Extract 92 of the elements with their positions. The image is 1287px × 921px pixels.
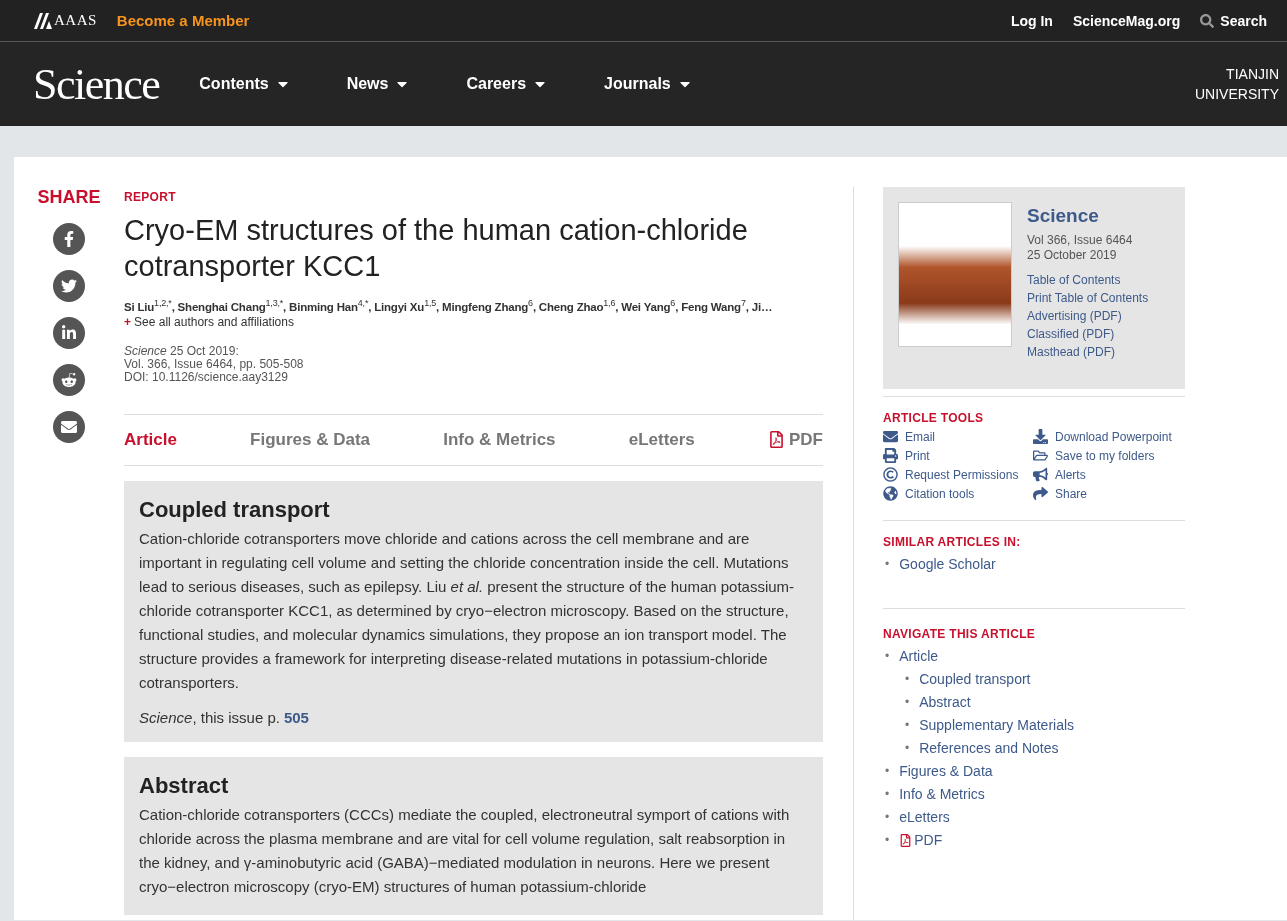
nav-menu[interactable]: News bbox=[346, 75, 411, 93]
citation-line: Science 25 Oct 2019: bbox=[124, 343, 239, 358]
issue-link[interactable]: Table of Contents bbox=[1027, 271, 1149, 289]
search-button[interactable]: Search bbox=[1200, 12, 1267, 29]
bullet: • bbox=[905, 694, 910, 711]
journal-link[interactable]: Science bbox=[1027, 205, 1149, 227]
bullet: • bbox=[885, 648, 890, 665]
summary-heading: Coupled transport bbox=[139, 496, 331, 523]
twitter-button[interactable] bbox=[53, 270, 85, 302]
source-text: Science, this issue p. bbox=[139, 708, 280, 726]
science-logo[interactable]: Science bbox=[33, 58, 160, 110]
navigate-link[interactable]: eLetters bbox=[899, 806, 950, 829]
section-title: NAVIGATE THIS ARTICLE bbox=[883, 627, 1037, 641]
aaas-logo[interactable]: AAAS bbox=[54, 12, 97, 29]
bullet: • bbox=[885, 763, 890, 780]
issue-link[interactable]: Masthead (PDF) bbox=[1027, 343, 1149, 361]
tool-link[interactable]: Citation tools bbox=[883, 486, 1033, 501]
institution-name: TIANJIN bbox=[1225, 66, 1279, 82]
article-title: Cryo-EM structures of the human cation-chloride cotransporter KCC1 bbox=[124, 213, 749, 284]
facebook-button[interactable] bbox=[53, 223, 85, 255]
top-link[interactable]: Log In bbox=[1010, 12, 1053, 29]
top-link[interactable]: ScienceMag.org bbox=[1072, 12, 1181, 29]
section-title: ARTICLE TOOLS bbox=[883, 411, 985, 425]
tool-link[interactable]: Email bbox=[883, 429, 1033, 444]
bullet: • bbox=[905, 671, 910, 688]
envelope-icon bbox=[883, 429, 898, 444]
bullet: • bbox=[885, 786, 890, 803]
navigate-link[interactable]: Abstract bbox=[919, 691, 971, 714]
issue-link[interactable]: Advertising (PDF) bbox=[1027, 307, 1149, 325]
pdf-icon bbox=[767, 431, 785, 449]
author-list: Si Liu$^{1,2,*}$, Shenghai Chang$^{1,3,*}$, Binming Han$^{4,*}$, Lingyi Xu$^{1,5}$, Mingfeng Zhang$^{6}$, Cheng Zhao$^{1,6}$, Wei Yang$^{6}$, Feng Wang$^{7}$, Ji… bbox=[124, 300, 773, 313]
institution-name: UNIVERSITY bbox=[1195, 86, 1279, 102]
article-tab[interactable]: Figures & Data bbox=[250, 429, 371, 450]
issue-link[interactable]: Print Table of Contents bbox=[1027, 289, 1149, 307]
navigate-link[interactable]: Info & Metrics bbox=[899, 783, 985, 806]
affiliations-link[interactable]: See all authors and affiliations bbox=[134, 314, 294, 329]
abstract-heading: Abstract bbox=[139, 772, 230, 799]
download-icon bbox=[1033, 429, 1048, 444]
article-tab[interactable]: Info & Metrics bbox=[443, 429, 556, 450]
plus-icon: + bbox=[124, 314, 131, 329]
article-type: REPORT bbox=[124, 190, 177, 204]
tool-link[interactable]: Download Powerpoint bbox=[1033, 429, 1183, 444]
reddit-button[interactable] bbox=[53, 364, 85, 396]
reddit-icon bbox=[61, 372, 77, 388]
printer-icon bbox=[883, 448, 898, 463]
tool-link[interactable]: Print bbox=[883, 448, 1033, 463]
aaas-logo-icon bbox=[34, 12, 52, 29]
twitter-icon bbox=[61, 278, 77, 294]
email-icon bbox=[61, 419, 77, 435]
folder-icon bbox=[1033, 448, 1048, 463]
bullet: • bbox=[905, 740, 910, 757]
tool-link[interactable]: Share bbox=[1033, 486, 1183, 501]
copyright-icon bbox=[883, 467, 898, 482]
scholar-link[interactable]: Google Scholar bbox=[899, 553, 996, 576]
bullet: • bbox=[885, 556, 890, 573]
navigate-link[interactable]: Figures & Data bbox=[899, 760, 993, 783]
issue-number: Vol 366, Issue 6464 bbox=[1027, 233, 1134, 248]
bullet: • bbox=[885, 809, 890, 826]
navigate-link[interactable]: References and Notes bbox=[919, 737, 1059, 760]
section-title: SIMILAR ARTICLES IN: bbox=[883, 535, 1022, 549]
navigate-link[interactable]: Coupled transport bbox=[919, 668, 1031, 691]
article-tab[interactable]: Article bbox=[124, 429, 177, 450]
linkedin-icon bbox=[61, 325, 77, 341]
linkedin-button[interactable] bbox=[53, 317, 85, 349]
share-arrow-icon bbox=[1033, 486, 1048, 501]
nav-menu[interactable]: Contents bbox=[199, 75, 291, 93]
navigate-link[interactable]: PDF bbox=[899, 829, 943, 852]
issue-date: 25 October 2019 bbox=[1027, 248, 1118, 263]
article-tab[interactable]: PDF bbox=[767, 429, 823, 450]
issue-link[interactable]: Classified (PDF) bbox=[1027, 325, 1149, 343]
share-title: SHARE bbox=[37, 187, 101, 208]
abstract-text: Cation-chloride cotransporters (CCCs) mediate the coupled, electroneutral symport of cations with chloride across the plasma membrane and are vital for cell volume regulation, salt reabsorption in the kidney, and γ-aminobutyric acid (GABA)−mediated modulation in neurons. Here we present cryo−electron microscopy (cryo-EM) structures of human potassium-chloride bbox=[139, 804, 791, 897]
nav-menu[interactable]: Journals bbox=[604, 75, 693, 93]
tool-link[interactable]: Save to my folders bbox=[1033, 448, 1183, 463]
email-button[interactable] bbox=[53, 411, 85, 443]
globe-icon bbox=[883, 486, 898, 501]
page-link[interactable]: 505 bbox=[283, 708, 309, 726]
citation-line: Vol. 366, Issue 6464, pp. 505-508 bbox=[124, 356, 304, 371]
bullet: • bbox=[885, 832, 890, 849]
summary-text: Cation-chloride cotransporters move chloride and cations across the cell membrane and are important in regulating cell volume and setting the chloride concentration inside the cell. Mutations lead to serious diseases, such as epilepsy. Liu et al. present the structure of the human potassium-chloride cotransporter KCC1, as determined by cryo−electron microscopy. Based on the structure, functional studies, and molecular dynamics simulations, they propose an ion transport model. The structure provides a framework for interpreting disease-related mutations in potassium-chloride cotransporters. bbox=[139, 529, 795, 691]
article-tab[interactable]: eLetters bbox=[628, 429, 695, 450]
search-icon bbox=[1200, 13, 1215, 28]
photo-placeholder[interactable] bbox=[898, 202, 1012, 347]
tool-link[interactable]: Request Permissions bbox=[883, 467, 1033, 482]
nav-menu[interactable]: Careers bbox=[466, 75, 549, 93]
become-member-link[interactable]: Become a Member bbox=[116, 12, 250, 29]
bullet: • bbox=[905, 717, 910, 734]
navigate-link[interactable]: Supplementary Materials bbox=[919, 714, 1075, 737]
navigate-link[interactable]: Article bbox=[899, 645, 939, 668]
pdf-icon bbox=[899, 834, 913, 847]
megaphone-icon bbox=[1033, 467, 1048, 482]
tool-link[interactable]: Alerts bbox=[1033, 467, 1183, 482]
